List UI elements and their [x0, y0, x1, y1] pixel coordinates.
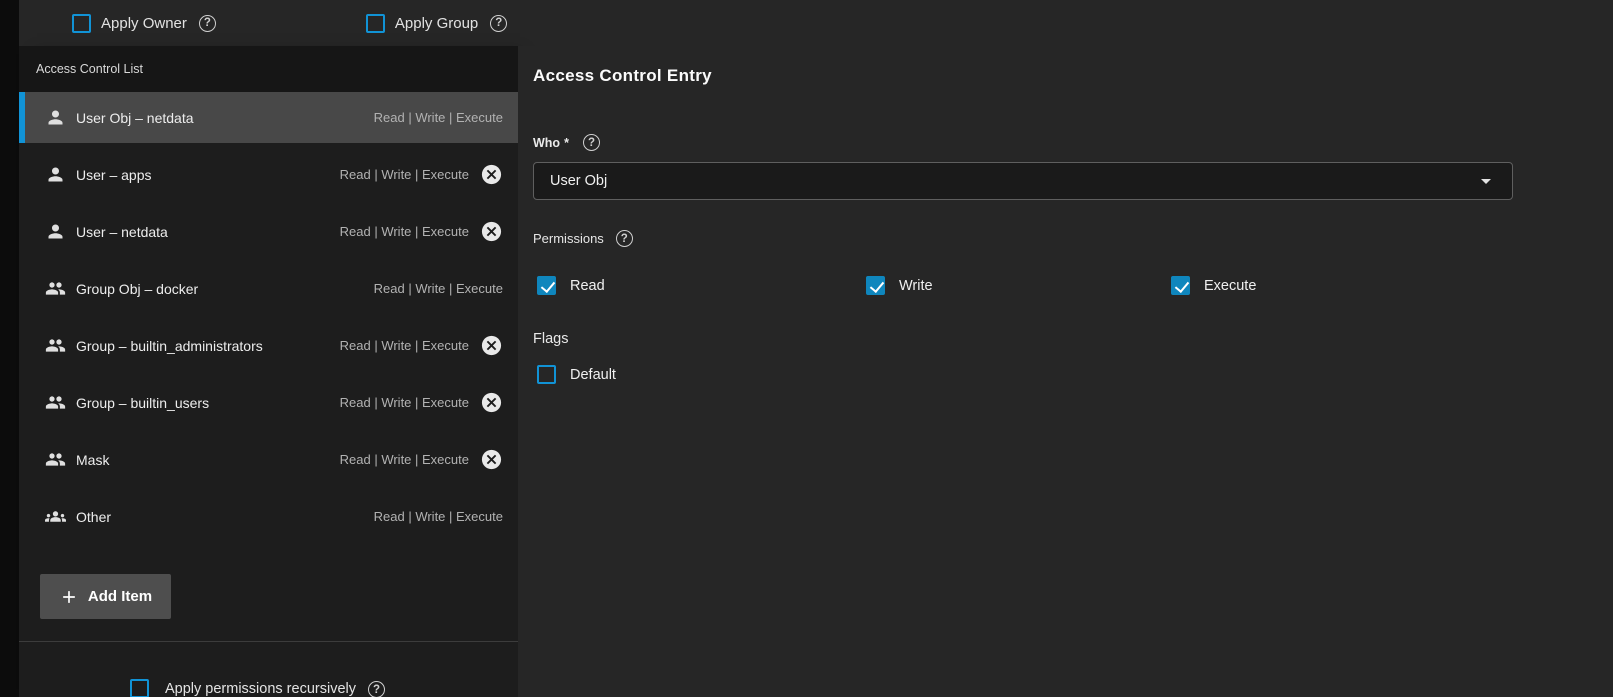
acl-item-permissions: Read | Write | Execute	[373, 281, 503, 296]
remove-item-button[interactable]	[480, 163, 503, 186]
acl-list-title: Access Control List	[19, 46, 518, 92]
remove-item-button[interactable]	[480, 448, 503, 471]
apply-recursively-help-icon[interactable]	[367, 681, 385, 697]
acl-list-item[interactable]: Group Obj – docker Read | Write | Execute	[19, 263, 518, 314]
list-divider	[19, 641, 518, 642]
person-icon	[48, 110, 63, 125]
acl-list-item[interactable]: User Obj – netdata Read | Write | Execute	[19, 92, 518, 143]
acl-list-item[interactable]: Group – builtin_users Read | Write | Exec…	[19, 377, 518, 428]
add-item-label: Add Item	[87, 588, 153, 605]
apply-owner-option: Apply Owner	[72, 13, 216, 33]
ace-editor-panel: Access Control Entry Who * User Obj Perm…	[518, 46, 1613, 697]
person-icon	[48, 167, 63, 182]
acl-item-permissions: Read | Write | Execute	[339, 338, 469, 353]
top-options-bar: Apply Owner Apply Group	[19, 0, 1613, 46]
people-icon	[45, 282, 66, 295]
groups-icon	[45, 511, 66, 522]
who-select[interactable]: User Obj	[533, 162, 1513, 200]
apply-recursively-option: Apply permissions recursively	[130, 679, 518, 697]
permissions-help-icon[interactable]	[615, 230, 633, 247]
write-checkbox[interactable]	[866, 276, 885, 295]
apply-group-help-icon[interactable]	[490, 14, 508, 32]
execute-option: Execute	[1167, 276, 1256, 295]
apply-group-option: Apply Group	[365, 13, 508, 33]
write-option: Write	[862, 276, 1167, 295]
required-marker: *	[564, 135, 569, 150]
acl-item-label: User – netdata	[76, 223, 168, 240]
who-select-value: User Obj	[550, 173, 608, 189]
acl-list-item[interactable]: User – apps Read | Write | Execute	[19, 149, 518, 200]
checkbox-label: Default	[570, 366, 616, 383]
acl-item-permissions: Read | Write | Execute	[339, 224, 469, 239]
acl-item-label: Group – builtin_administrators	[76, 337, 263, 354]
acl-item-label: Mask	[76, 451, 110, 468]
read-option: Read	[533, 276, 862, 295]
execute-checkbox[interactable]	[1171, 276, 1190, 295]
remove-item-button[interactable]	[480, 220, 503, 243]
plus-icon	[63, 590, 75, 603]
page-left-gutter	[0, 0, 19, 697]
people-icon	[45, 396, 66, 409]
checkbox-label: Read	[570, 277, 605, 294]
acl-item-label: User Obj – netdata	[76, 109, 194, 126]
cancel-icon	[481, 449, 502, 470]
acl-list-panel: Access Control List User Obj – netdata Re…	[19, 46, 518, 697]
acl-item-permissions: Read | Write | Execute	[339, 167, 469, 182]
checkbox-label: Write	[899, 277, 933, 294]
flags-label: Flags	[533, 331, 569, 347]
who-field-label-row: Who *	[533, 134, 1613, 151]
cancel-icon	[481, 392, 502, 413]
acl-item-permissions: Read | Write | Execute	[373, 110, 503, 125]
default-option: Default	[533, 365, 862, 384]
remove-item-button[interactable]	[480, 334, 503, 357]
acl-item-permissions: Read | Write | Execute	[339, 452, 469, 467]
read-checkbox[interactable]	[537, 276, 556, 295]
person-icon	[48, 224, 63, 239]
apply-recursively-label: Apply permissions recursively	[165, 681, 356, 697]
acl-list-item[interactable]: Mask Read | Write | Execute	[19, 434, 518, 485]
acl-item-permissions: Read | Write | Execute	[339, 395, 469, 410]
people-icon	[45, 453, 66, 466]
apply-group-checkbox[interactable]	[365, 13, 385, 33]
apply-owner-help-icon[interactable]	[198, 14, 216, 32]
add-item-button[interactable]: Add Item	[40, 574, 171, 619]
checkbox-label: Execute	[1204, 277, 1257, 294]
acl-item-label: Group – builtin_users	[76, 394, 210, 411]
acl-item-label: Group Obj – docker	[76, 280, 199, 297]
page-title: Access Control Entry	[533, 66, 712, 85]
apply-recursively-checkbox[interactable]	[130, 679, 149, 697]
acl-list-item[interactable]: Group – builtin_administrators Read | Wri…	[19, 320, 518, 371]
chevron-down-icon	[1481, 179, 1491, 184]
cancel-icon	[481, 164, 502, 185]
flags-checkbox-group: Default	[533, 365, 1613, 384]
acl-list-item[interactable]: User – netdata Read | Write | Execute	[19, 206, 518, 257]
cancel-icon	[481, 335, 502, 356]
acl-item-label: Other	[76, 508, 112, 525]
permissions-checkbox-group: Read Write Execute	[533, 276, 1514, 295]
remove-item-button[interactable]	[480, 391, 503, 414]
acl-list-item[interactable]: Other Read | Write | Execute	[19, 491, 518, 542]
acl-item-permissions: Read | Write | Execute	[373, 509, 503, 524]
acl-editor-screen: Apply Owner Apply Group Access Control L…	[0, 0, 1613, 697]
people-icon	[45, 339, 66, 352]
permissions-label-row: Permissions	[533, 230, 1613, 247]
who-label: Who	[533, 135, 561, 150]
apply-owner-label: Apply Owner	[101, 14, 187, 32]
permissions-label: Permissions	[533, 231, 604, 246]
acl-item-label: User – apps	[76, 166, 152, 183]
apply-owner-checkbox[interactable]	[72, 13, 91, 33]
apply-group-label: Apply Group	[394, 14, 479, 32]
who-help-icon[interactable]	[582, 134, 600, 151]
cancel-icon	[481, 221, 502, 242]
default-checkbox[interactable]	[537, 365, 556, 384]
acl-list: User Obj – netdata Read | Write | Execute…	[19, 92, 518, 542]
